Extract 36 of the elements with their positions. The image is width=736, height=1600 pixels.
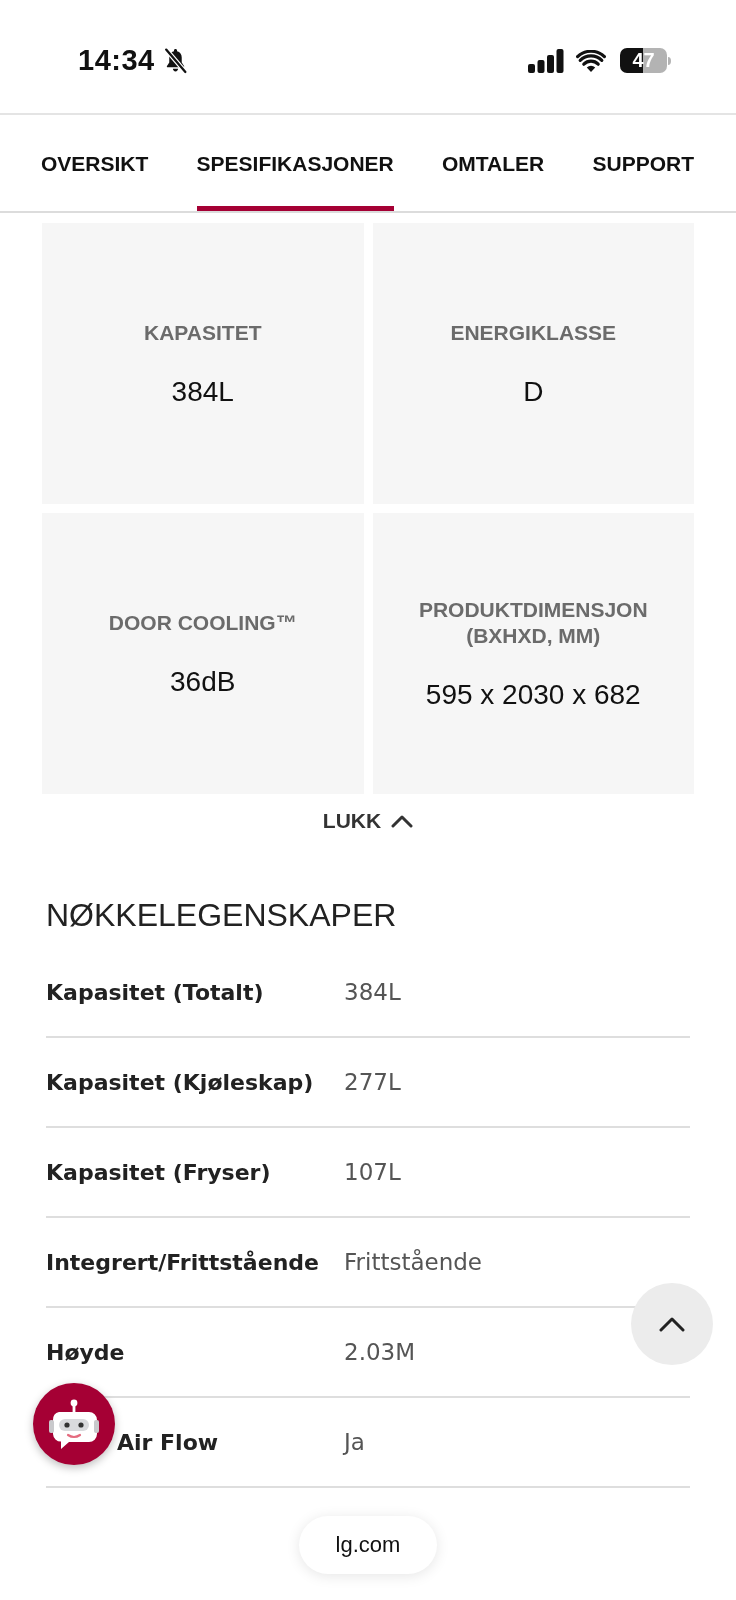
tab[interactable]: SPESIFIKASJONER bbox=[196, 115, 394, 211]
spec-value: 107L bbox=[344, 1159, 401, 1185]
spec-label: Høyde bbox=[46, 1339, 126, 1365]
tile-value: D bbox=[523, 375, 544, 408]
tile-value: 595 x 2030 x 682 bbox=[425, 678, 641, 711]
spec-label: Air Flow bbox=[117, 1429, 220, 1455]
tile-label: ENERGIKLASSE bbox=[450, 319, 617, 346]
spec-label: Kapasitet (Totalt) bbox=[46, 979, 265, 1005]
tile-value: 36dB bbox=[170, 665, 236, 698]
chevron-up-icon bbox=[659, 1316, 685, 1332]
section-heading: NØKKELEGENSKAPER bbox=[46, 896, 398, 935]
collapse-button[interactable]: LUKK bbox=[318, 807, 418, 835]
battery-indicator: 47 bbox=[620, 48, 667, 73]
spec-value: Ja bbox=[344, 1429, 365, 1455]
tab[interactable]: SUPPORT bbox=[592, 115, 694, 211]
status-time: 14:34 bbox=[78, 44, 155, 77]
tile-label: DOOR COOLING™ bbox=[108, 609, 297, 636]
address-bar[interactable]: lg.com bbox=[299, 1516, 437, 1574]
spec-value: 384L bbox=[344, 979, 401, 1005]
wifi-icon bbox=[576, 49, 606, 72]
spec-value: 2.03M bbox=[344, 1339, 416, 1365]
spec-value: 277L bbox=[344, 1069, 401, 1095]
tab[interactable]: OMTALER bbox=[442, 115, 545, 211]
signal-icon bbox=[528, 48, 564, 73]
bell-slash-icon bbox=[162, 47, 188, 74]
chatbot-button[interactable] bbox=[33, 1383, 115, 1465]
tile-label: PRODUKTDIMENSJON (BXHXD, MM) bbox=[417, 596, 649, 649]
tile-value: 384L bbox=[171, 375, 234, 408]
spec-label: Kapasitet (Kjøleskap) bbox=[46, 1069, 315, 1095]
robot-icon bbox=[49, 1398, 99, 1450]
spec-label: Integrert/Frittstående bbox=[46, 1249, 320, 1275]
spec-label: Kapasitet (Fryser) bbox=[46, 1159, 272, 1185]
spec-value: Frittstående bbox=[344, 1249, 482, 1275]
tile-label: KAPASITET bbox=[144, 319, 262, 346]
battery-cap-icon bbox=[668, 56, 671, 65]
tab[interactable]: OVERSIKT bbox=[41, 115, 149, 211]
